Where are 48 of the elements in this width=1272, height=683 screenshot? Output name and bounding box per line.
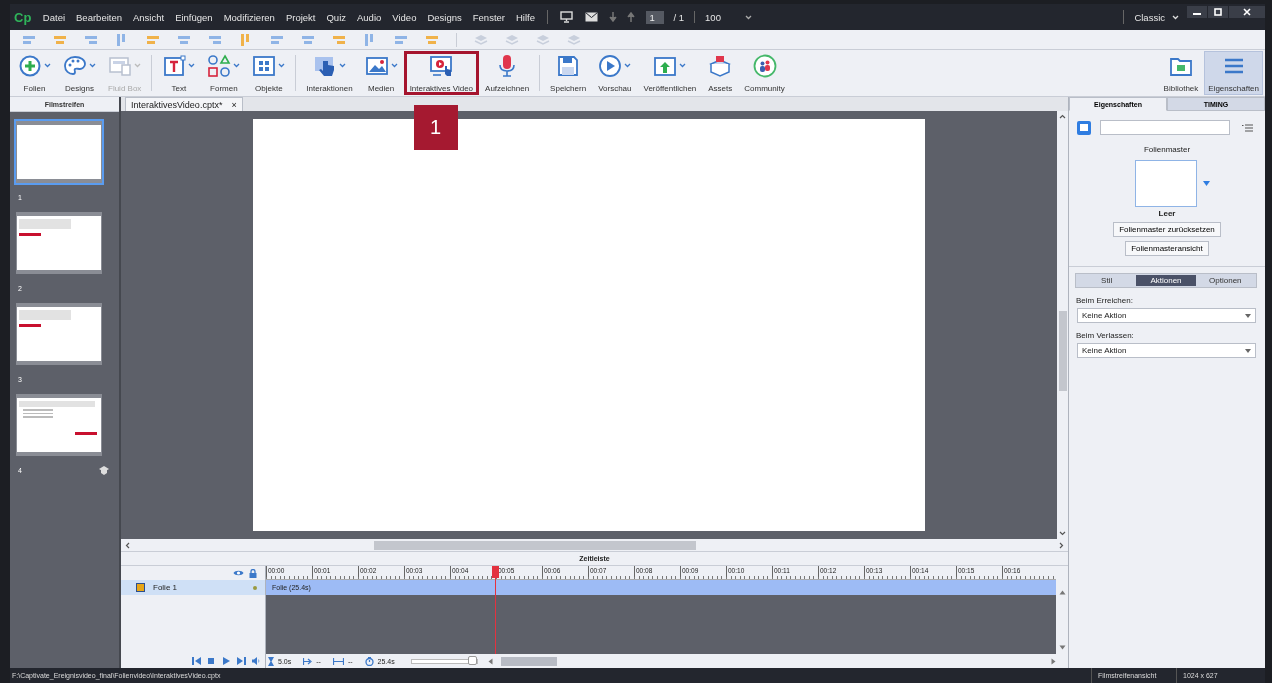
- field-label: Beim Erreichen:: [1076, 296, 1134, 305]
- slide-number-field[interactable]: 1: [645, 10, 664, 24]
- toolbar-button[interactable]: Text: [156, 51, 202, 95]
- menu-item[interactable]: Bearbeiten: [70, 11, 128, 23]
- workspace-dropdown[interactable]: Classic: [1134, 11, 1179, 23]
- sub-tab[interactable]: Optionen: [1195, 275, 1255, 286]
- menu-item[interactable]: Projekt: [280, 11, 321, 23]
- action-button[interactable]: Folienmasteransicht: [1125, 241, 1209, 256]
- menu-item[interactable]: Designs: [421, 11, 468, 23]
- toolbar-button[interactable]: Formen: [201, 51, 247, 95]
- slide-count: / 1: [673, 11, 685, 23]
- toolbar-button[interactable]: Eigenschaften: [1204, 51, 1263, 95]
- toolbar-button[interactable]: Designs: [57, 51, 102, 95]
- action-button[interactable]: Folienmaster zurücksetzen: [1113, 222, 1221, 237]
- callout-badge: 1: [413, 105, 458, 150]
- menu-item[interactable]: Quiz: [320, 11, 352, 23]
- toolbar-button[interactable]: Folien: [12, 51, 57, 95]
- menu-item[interactable]: Hilfe: [510, 11, 541, 23]
- toolbar-button[interactable]: Interaktionen: [300, 51, 359, 95]
- action-dropdown[interactable]: Keine Aktion: [1077, 343, 1256, 358]
- sub-tab[interactable]: Aktionen: [1136, 275, 1196, 286]
- menu-item[interactable]: Einfügen: [169, 11, 219, 23]
- app-logo: Cp: [14, 9, 32, 25]
- zoom-dropdown[interactable]: 100: [705, 11, 746, 23]
- toolbar-button[interactable]: Community: [738, 51, 791, 95]
- master-label: Folienmaster: [1142, 145, 1192, 154]
- action-dropdown[interactable]: Keine Aktion: [1077, 308, 1256, 323]
- menu-item[interactable]: Ansicht: [127, 11, 170, 23]
- toolbar-button[interactable]: Medien: [358, 51, 404, 95]
- document-tab[interactable]: InteraktivesVideo.cptx* ×: [125, 97, 243, 111]
- menu-item[interactable]: Audio: [351, 11, 387, 23]
- menu-item[interactable]: Fenster: [467, 11, 511, 23]
- toolbar-button[interactable]: Objekte: [246, 51, 292, 95]
- sub-tab[interactable]: Stil: [1077, 275, 1137, 286]
- toolbar-button[interactable]: Aufzeichnen: [479, 51, 536, 95]
- menu-item[interactable]: Video: [386, 11, 422, 23]
- toolbar-button[interactable]: Vorschau: [592, 51, 638, 95]
- toolbar-button[interactable]: Assets: [702, 51, 739, 95]
- menu-item[interactable]: Modifizieren: [218, 11, 281, 23]
- toolbar-button[interactable]: Speichern: [544, 51, 593, 95]
- toolbar-button[interactable]: Veröffentlichen: [637, 51, 703, 95]
- timeline-layer[interactable]: Folie 1: [121, 580, 265, 595]
- close-tab-button[interactable]: ×: [231, 99, 237, 110]
- toolbar-button[interactable]: Bibliothek: [1157, 51, 1205, 95]
- menu-item[interactable]: Datei: [37, 11, 71, 23]
- field-label: Beim Verlassen:: [1076, 331, 1135, 340]
- master-name: Leer: [1157, 209, 1177, 218]
- toolbar-button[interactable]: Interaktives Video: [403, 51, 480, 95]
